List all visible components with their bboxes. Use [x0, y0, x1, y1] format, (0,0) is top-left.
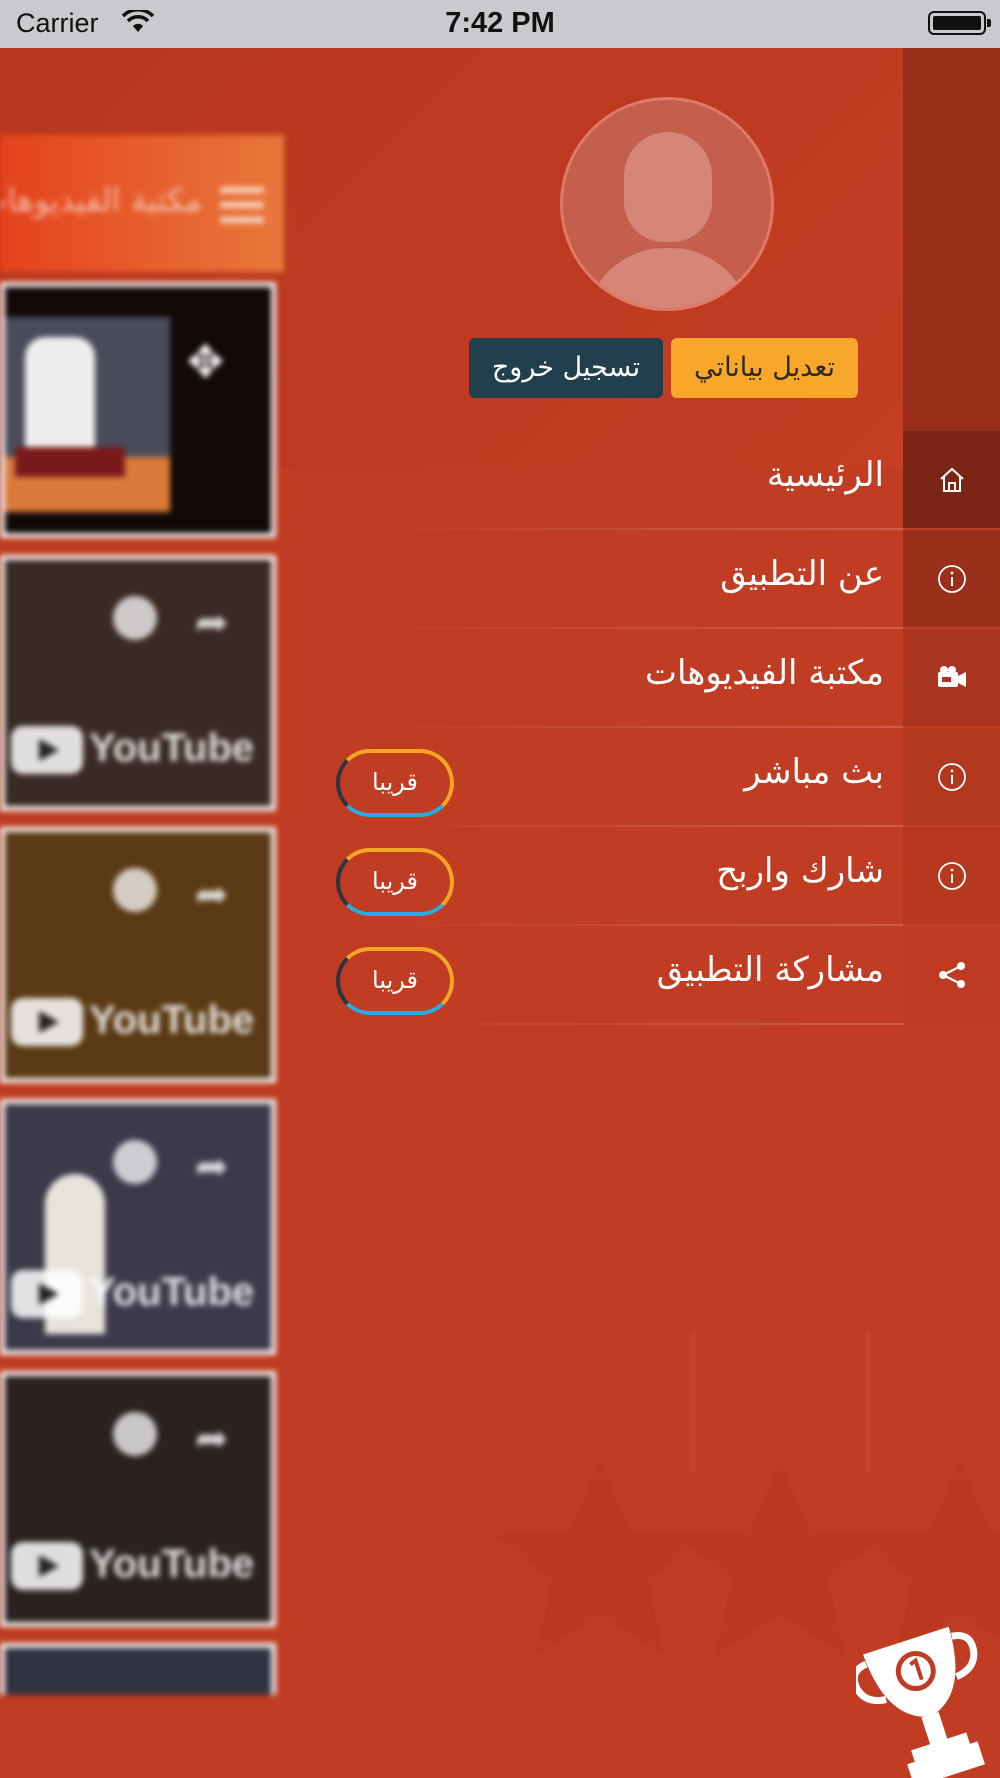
menu-item-label: مشاركة التطبيق	[656, 950, 884, 990]
share-icon: ➦	[195, 1144, 229, 1190]
share-icon: ➦	[195, 1416, 229, 1462]
logout-button[interactable]: تسجيل خروج	[469, 338, 663, 398]
menu-item-label: مكتبة الفيديوهات	[645, 653, 884, 693]
menu-item-label: شارك واربح	[716, 851, 884, 891]
battery-icon	[928, 11, 991, 35]
menu-item-label: بث مباشر	[744, 752, 884, 792]
trophy-icon	[856, 1626, 985, 1778]
youtube-logo: YouTube	[11, 1542, 254, 1590]
video-camera-icon	[903, 629, 1000, 726]
clock-icon	[113, 1140, 157, 1184]
hamburger-icon	[220, 187, 264, 223]
video-card: ➦ YouTube	[0, 1371, 276, 1627]
menu-item-about[interactable]: عن التطبيق	[0, 530, 1000, 629]
edit-profile-button[interactable]: تعديل بياناتي	[671, 338, 858, 398]
drawer-menu: الرئيسية عن التطبيق مكتبة الفيديوهات بث …	[0, 431, 1000, 1025]
info-icon	[903, 530, 1000, 627]
menu-item-share-and-win[interactable]: شارك واربح قريبا	[0, 827, 1000, 926]
drawer-edge-strip	[903, 48, 1000, 431]
info-icon	[903, 827, 1000, 924]
menu-item-home[interactable]: الرئيسية	[0, 431, 1000, 530]
avatar[interactable]	[560, 97, 774, 311]
info-icon	[903, 728, 1000, 825]
coming-soon-badge: قريبا	[336, 749, 454, 817]
video-card: ➦ YouTube	[0, 1099, 276, 1355]
preview-header: مكتبة الفيديوهات	[0, 135, 284, 272]
menu-item-label: الرئيسية	[766, 455, 884, 495]
clock-time: 7:42 PM	[445, 7, 555, 39]
youtube-logo: YouTube	[11, 1270, 254, 1318]
preview-title: مكتبة الفيديوهات	[0, 181, 202, 219]
share-icon	[903, 926, 1000, 1023]
move-icon: ✥	[187, 337, 224, 388]
menu-item-share-app[interactable]: مشاركة التطبيق قريبا	[0, 926, 1000, 1025]
menu-item-live-stream[interactable]: بث مباشر قريبا	[0, 728, 1000, 827]
coming-soon-badge: قريبا	[336, 947, 454, 1015]
clock-icon	[113, 1412, 157, 1456]
video-card	[0, 1643, 276, 1695]
menu-item-video-library[interactable]: مكتبة الفيديوهات	[0, 629, 1000, 728]
coming-soon-badge: قريبا	[336, 848, 454, 916]
status-bar: Carrier 7:42 PM	[0, 0, 1000, 48]
home-icon	[903, 431, 1000, 528]
menu-item-label: عن التطبيق	[720, 554, 884, 594]
